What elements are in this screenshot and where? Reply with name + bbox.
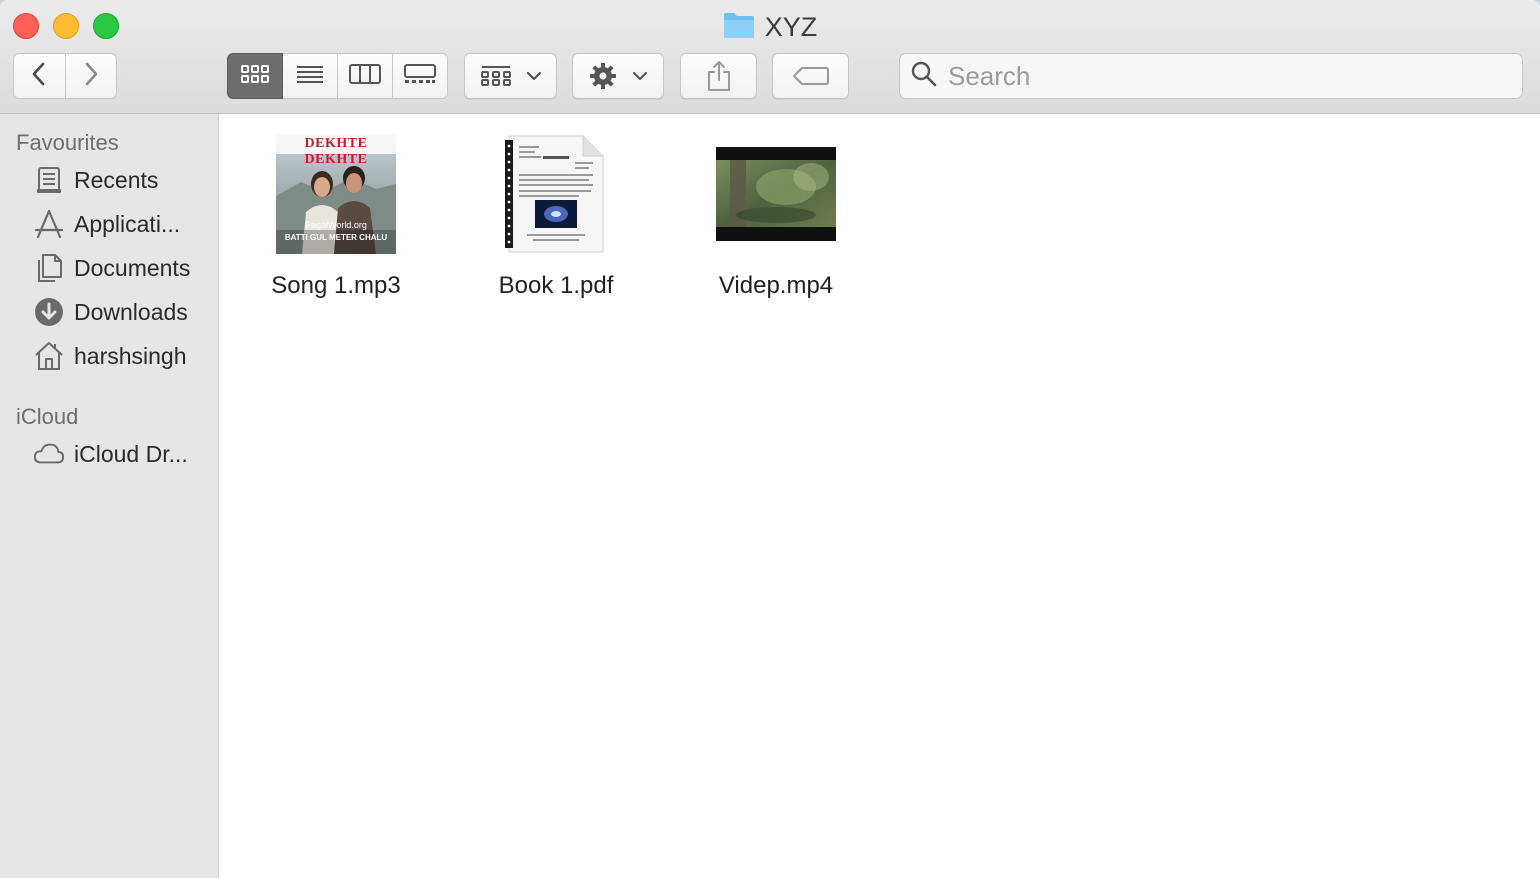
file-browser: DEKHTE DEKHTE PagalWorld.org BATTI GUL M…	[220, 114, 1540, 878]
file-thumbnail	[686, 132, 866, 256]
search-input[interactable]	[948, 60, 1508, 92]
file-name: Book 1.pdf	[498, 272, 614, 299]
group-grid-icon	[480, 64, 512, 88]
back-button[interactable]	[13, 53, 66, 99]
file-name: Song 1.mp3	[271, 272, 401, 299]
columns-icon	[348, 62, 382, 91]
pdf-document-icon	[505, 135, 604, 253]
documents-icon	[33, 252, 65, 284]
list-lines-icon	[295, 63, 325, 90]
file-thumbnail	[466, 132, 646, 256]
sidebar-item-applications[interactable]: Applicati...	[0, 204, 219, 244]
gallery-view-button[interactable]	[393, 53, 448, 99]
sidebar-item-label: Recents	[74, 166, 159, 193]
tags-button[interactable]	[772, 53, 849, 99]
sidebar-section-icloud: iCloud	[16, 404, 79, 429]
tag-icon	[792, 65, 830, 87]
chevron-right-icon	[83, 61, 99, 92]
file-thumbnail: DEKHTE DEKHTE PagalWorld.org BATTI GUL M…	[246, 132, 426, 256]
cloud-icon	[33, 438, 65, 470]
home-icon	[33, 340, 65, 372]
sidebar-item-home[interactable]: harshsingh	[0, 336, 219, 376]
chevron-down-icon	[526, 71, 542, 81]
sidebar-item-label: Documents	[74, 254, 191, 281]
album-art-watermark: PagalWorld.org	[305, 220, 367, 230]
column-view-button[interactable]	[338, 53, 393, 99]
view-mode-selector	[227, 53, 448, 99]
group-by-button[interactable]	[464, 53, 557, 99]
forward-button[interactable]	[65, 53, 117, 99]
file-item-pdf[interactable]: Book 1.pdf	[466, 132, 646, 312]
sidebar-item-label: Applicati...	[74, 210, 181, 237]
album-art-subtitle: BATTI GUL METER CHALU	[284, 233, 388, 242]
sidebar: Favourites Recents Applicati... Document…	[0, 114, 219, 878]
file-item-audio[interactable]: DEKHTE DEKHTE PagalWorld.org BATTI GUL M…	[246, 132, 426, 312]
sidebar-item-recents[interactable]: Recents	[0, 160, 219, 200]
downloads-icon	[33, 296, 65, 328]
window-title: XYZ	[0, 10, 1540, 44]
folder-icon	[723, 11, 755, 44]
finder-window: XYZ Search Favourites Recents Applicati.…	[0, 0, 1540, 878]
gallery-icon	[403, 62, 437, 91]
sidebar-item-downloads[interactable]: Downloads	[0, 292, 219, 332]
chevron-left-icon	[31, 61, 47, 92]
sidebar-item-documents[interactable]: Documents	[0, 248, 219, 288]
toolbar: XYZ	[0, 0, 1540, 114]
search-icon	[910, 60, 938, 93]
navigation-buttons	[13, 53, 117, 99]
window-title-text: XYZ	[764, 11, 818, 42]
share-button[interactable]	[680, 53, 757, 99]
share-icon	[706, 60, 732, 92]
sidebar-item-label: harshsingh	[74, 342, 187, 369]
chevron-down-icon	[632, 71, 648, 81]
list-view-button[interactable]	[283, 53, 338, 99]
applications-icon	[33, 208, 65, 240]
action-menu-button[interactable]	[572, 53, 664, 99]
sidebar-item-label: iCloud Dr...	[74, 440, 188, 467]
gear-icon	[588, 61, 618, 91]
icon-view-button[interactable]	[227, 53, 283, 99]
sidebar-section-favourites: Favourites	[16, 130, 119, 155]
sidebar-item-label: Downloads	[74, 298, 188, 325]
search-field[interactable]	[899, 53, 1523, 99]
sidebar-item-icloud-drive[interactable]: iCloud Dr...	[0, 434, 219, 474]
icon-grid-icon	[240, 63, 270, 90]
file-name: Videp.mp4	[718, 272, 834, 299]
file-item-video[interactable]: Videp.mp4	[686, 132, 866, 312]
album-art-title: DEKHTE DEKHTE	[304, 136, 368, 167]
video-thumbnail-image	[716, 147, 836, 241]
recents-icon	[33, 164, 65, 196]
